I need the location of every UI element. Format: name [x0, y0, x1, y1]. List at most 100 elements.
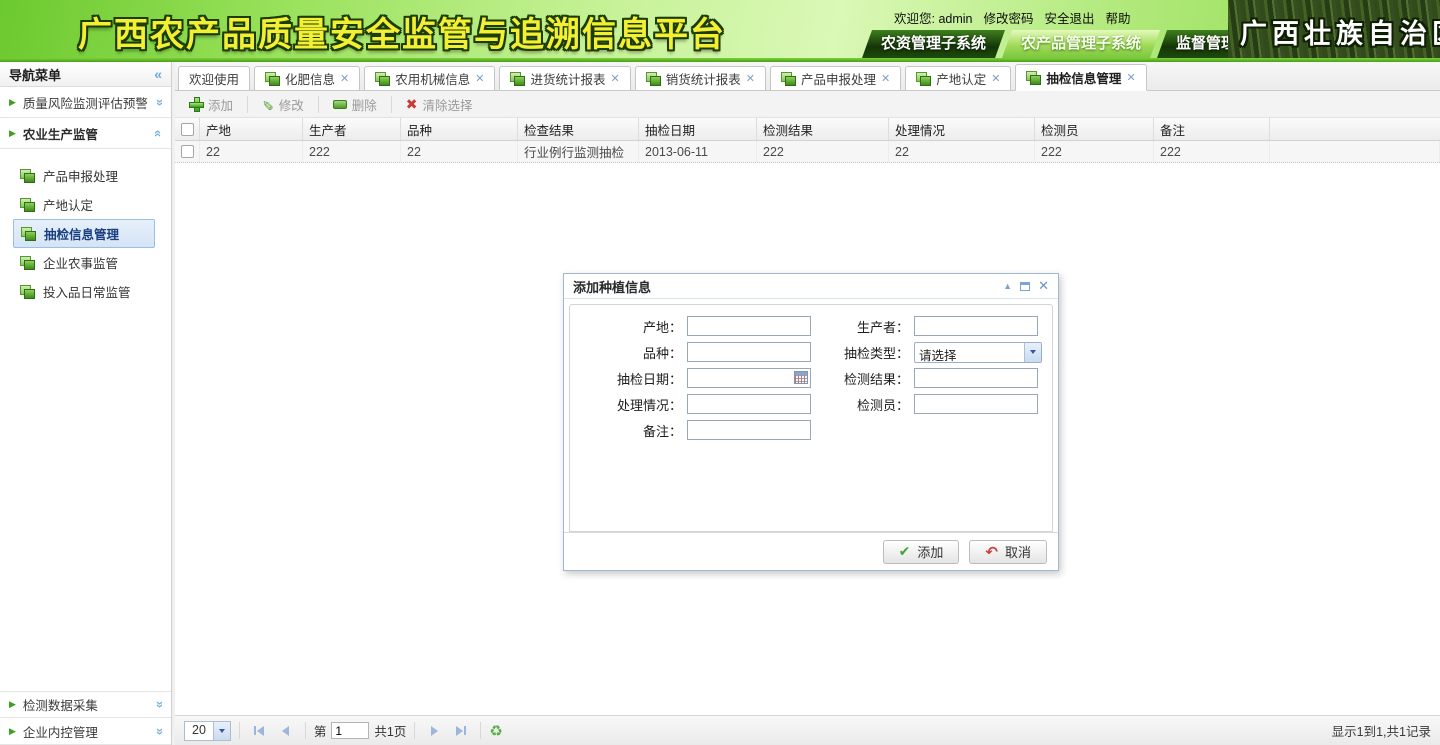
next-page-button[interactable] — [423, 721, 445, 741]
table-row[interactable]: 22 222 22 行业例行监测抽检 2013-06-11 222 22 222… — [175, 141, 1440, 163]
sidebar-item-input-daily-supervision[interactable]: 投入品日常监管 — [13, 277, 155, 306]
page: 广西农产品质量安全监管与追溯信息平台 欢迎您: admin 修改密码 安全退出 … — [0, 0, 1440, 745]
tab-sampling-info[interactable]: 抽检信息管理 — [1015, 64, 1146, 91]
column-header[interactable]: 检查结果 — [518, 118, 639, 140]
collapse-dialog-icon[interactable] — [1003, 281, 1012, 291]
close-icon[interactable] — [475, 72, 484, 85]
welcome-label: 欢迎您: admin — [894, 8, 973, 27]
sampling-date-field[interactable] — [687, 368, 811, 388]
region-banner: 广西壮族自治区 — [1228, 0, 1440, 62]
close-icon[interactable] — [991, 72, 1000, 85]
inspector-field[interactable] — [914, 394, 1038, 414]
remarks-field[interactable] — [687, 420, 811, 440]
pagination-separator — [414, 722, 415, 739]
chevron-double-down-icon[interactable]: « — [151, 727, 166, 734]
close-icon[interactable] — [340, 72, 349, 85]
origin-field[interactable] — [687, 316, 811, 336]
sampling-type-value: 请选择 — [915, 343, 1024, 362]
folder-icon — [20, 256, 35, 270]
dialog-titlebar[interactable]: 添加种植信息 — [564, 274, 1058, 299]
close-icon[interactable] — [611, 72, 620, 85]
change-password-link[interactable]: 修改密码 — [984, 8, 1034, 27]
prev-page-button[interactable] — [275, 721, 297, 741]
test-result-field[interactable] — [914, 368, 1038, 388]
tab-sales-report[interactable]: 销货统计报表 — [635, 66, 766, 90]
select-all-checkbox[interactable] — [181, 123, 194, 136]
page-size-select[interactable]: 20 — [184, 721, 231, 741]
tab-welcome[interactable]: 欢迎使用 — [178, 66, 250, 90]
page-title: 广西农产品质量安全监管与追溯信息平台 — [78, 7, 726, 56]
triangle-icon: ▶ — [9, 128, 16, 139]
sidebar-item-sampling-info[interactable]: 抽检信息管理 — [13, 219, 155, 248]
column-header[interactable]: 生产者 — [303, 118, 401, 140]
subsystem-tab-agri-products[interactable]: 农产品管理子系统 — [1002, 30, 1160, 58]
refresh-icon[interactable] — [489, 722, 502, 740]
sidebar-item-origin-certification[interactable]: 产地认定 — [13, 190, 155, 219]
delete-icon — [333, 100, 347, 109]
row-checkbox[interactable] — [181, 145, 194, 158]
edit-button[interactable]: 修改 — [255, 93, 311, 116]
sampling-type-select[interactable]: 请选择 — [914, 342, 1042, 363]
sidebar-item-product-declaration[interactable]: 产品申报处理 — [13, 161, 155, 190]
column-header[interactable]: 备注 — [1154, 118, 1270, 140]
first-page-button[interactable] — [248, 721, 270, 741]
folder-icon — [20, 198, 35, 212]
pencil-icon — [262, 96, 274, 113]
dialog-add-button[interactable]: 添加 — [883, 540, 960, 564]
delete-button[interactable]: 删除 — [326, 93, 384, 116]
chevron-double-up-icon[interactable]: « — [151, 129, 166, 136]
handling-field[interactable] — [687, 394, 811, 414]
column-header[interactable]: 检测员 — [1035, 118, 1154, 140]
tab-purchase-report[interactable]: 进货统计报表 — [499, 66, 630, 90]
close-icon[interactable] — [746, 72, 755, 85]
maximize-dialog-icon[interactable] — [1020, 282, 1030, 291]
chevron-double-down-icon[interactable]: « — [151, 98, 166, 105]
column-header[interactable]: 品种 — [401, 118, 518, 140]
arrow-right-icon — [456, 726, 463, 736]
last-page-button[interactable] — [450, 721, 472, 741]
calendar-icon[interactable] — [794, 371, 808, 384]
table-cell: 22 — [889, 141, 1035, 162]
add-plus-icon — [189, 97, 203, 111]
table-cell: 行业例行监测抽检 — [518, 141, 639, 162]
column-header[interactable]: 处理情况 — [889, 118, 1035, 140]
table-cell: 222 — [303, 141, 401, 162]
sidebar-group-production-supervision[interactable]: ▶ 农业生产监管 « — [0, 118, 171, 149]
sidebar-group-internal-control[interactable]: ▶ 企业内控管理 « — [0, 718, 171, 745]
close-icon[interactable] — [1126, 71, 1135, 84]
tab-origin-certification[interactable]: 产地认定 — [905, 66, 1011, 90]
tab-fertilizer-info[interactable]: 化肥信息 — [254, 66, 360, 90]
help-link[interactable]: 帮助 — [1106, 8, 1131, 27]
column-header[interactable]: 产地 — [200, 118, 303, 140]
sidebar-item-enterprise-farming[interactable]: 企业农事监管 — [13, 248, 155, 277]
tab-product-declaration[interactable]: 产品申报处理 — [770, 66, 901, 90]
clear-selection-button[interactable]: 清除选择 — [399, 93, 480, 116]
logout-link[interactable]: 安全退出 — [1045, 8, 1095, 27]
close-dialog-icon[interactable] — [1038, 278, 1049, 294]
column-header[interactable]: 抽检日期 — [639, 118, 757, 140]
chevron-down-icon — [213, 722, 230, 740]
sidebar-group-risk-warning[interactable]: ▶ 质量风险监测评估预警 « — [0, 87, 171, 118]
triangle-icon: ▶ — [9, 726, 16, 737]
subsystem-tabs: 农资管理子系统 农产品管理子系统 监督管理 — [862, 30, 1252, 58]
tab-machinery-info[interactable]: 农用机械信息 — [364, 66, 495, 90]
toolbar-separator — [391, 96, 392, 113]
field-label: 备注： — [570, 421, 682, 440]
subsystem-tab-agri-materials[interactable]: 农资管理子系统 — [862, 30, 1005, 58]
close-icon[interactable] — [881, 72, 890, 85]
add-button[interactable]: 添加 — [182, 93, 240, 116]
red-x-icon — [406, 96, 418, 113]
folder-icon — [916, 72, 931, 86]
first-page-icon — [254, 726, 256, 735]
grid-toolbar: 添加 修改 删除 清除选择 — [175, 91, 1440, 118]
sidebar-collapse-icon[interactable]: « — [154, 66, 162, 82]
producer-field[interactable] — [914, 316, 1038, 336]
chevron-double-down-icon[interactable]: « — [151, 701, 166, 708]
app-header: 广西农产品质量安全监管与追溯信息平台 欢迎您: admin 修改密码 安全退出 … — [0, 0, 1440, 62]
row-checkbox-cell — [175, 141, 200, 162]
page-number-input[interactable] — [331, 722, 369, 739]
variety-field[interactable] — [687, 342, 811, 362]
column-header[interactable]: 检测结果 — [757, 118, 889, 140]
sidebar-group-test-data-collection[interactable]: ▶ 检测数据采集 « — [0, 691, 171, 718]
dialog-cancel-button[interactable]: 取消 — [969, 540, 1047, 564]
